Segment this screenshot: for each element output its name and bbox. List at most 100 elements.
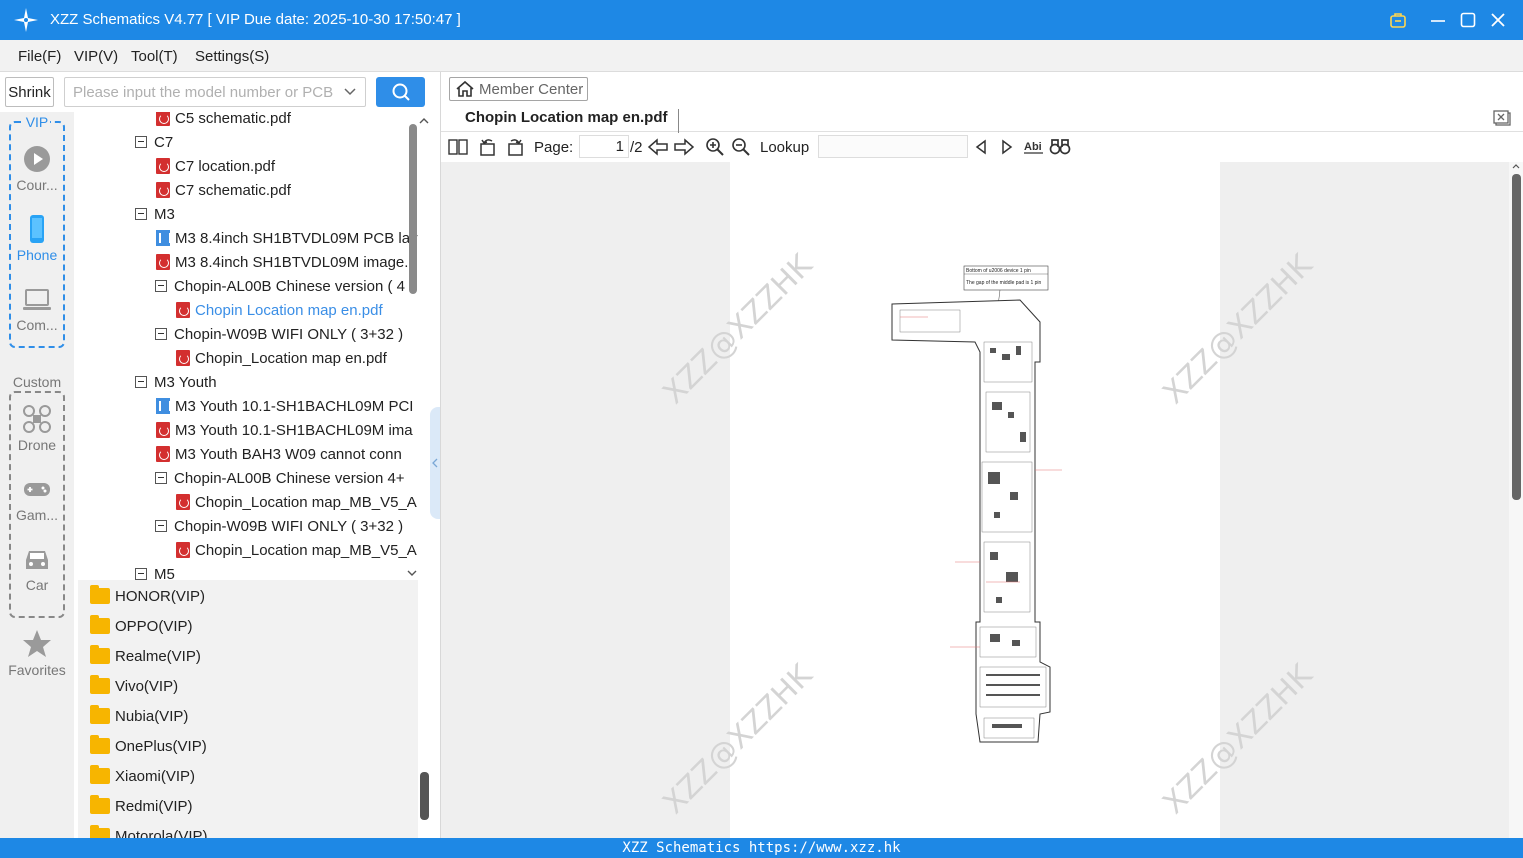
menu-settings[interactable]: Settings(S) bbox=[195, 48, 269, 65]
category-car[interactable]: Car bbox=[0, 544, 74, 593]
tree-item[interactable]: Chopin_Location map_MB_V5_A bbox=[176, 538, 417, 562]
category-drone[interactable]: Drone bbox=[0, 404, 74, 453]
pdf-icon bbox=[156, 158, 170, 174]
shrink-button[interactable]: Shrink bbox=[5, 77, 54, 107]
tree-scrollbar[interactable] bbox=[409, 124, 417, 294]
lookup-input[interactable] bbox=[818, 135, 968, 158]
phone-icon bbox=[30, 215, 44, 243]
tree-item[interactable]: Chopin_Location map en.pdf bbox=[176, 346, 387, 370]
collapse-toggle-icon[interactable] bbox=[155, 472, 167, 484]
home-icon bbox=[456, 80, 474, 97]
find-next-icon[interactable] bbox=[996, 136, 1018, 158]
menu-file[interactable]: File(F) bbox=[18, 48, 61, 65]
panel-collapse-handle[interactable] bbox=[430, 407, 440, 519]
collapse-toggle-icon[interactable] bbox=[155, 328, 167, 340]
page-number-input[interactable]: 1 bbox=[579, 135, 629, 158]
tree-item[interactable]: C7 location.pdf bbox=[156, 154, 275, 178]
scroll-down-icon[interactable] bbox=[406, 568, 418, 578]
brand-item-nubia[interactable]: Nubia(VIP) bbox=[90, 704, 188, 728]
category-phone[interactable]: Phone bbox=[0, 214, 74, 263]
collapse-toggle-icon[interactable] bbox=[135, 376, 147, 388]
tree-folder[interactable]: Chopin-W09B WIFI ONLY ( 3+32 ) bbox=[155, 514, 403, 538]
search-input[interactable]: Please input the model number or PCB bbox=[64, 77, 366, 107]
tree-item[interactable]: C5 schematic.pdf bbox=[156, 112, 291, 130]
minimize-icon[interactable] bbox=[1426, 8, 1450, 32]
tree-item[interactable]: M3 Youth 10.1-SH1BACHL09M PCI bbox=[156, 394, 413, 418]
brand-list-scrollbar[interactable] bbox=[420, 772, 429, 820]
match-case-icon[interactable]: Abi bbox=[1023, 136, 1045, 158]
tree-folder[interactable]: Chopin-AL00B Chinese version 4+ bbox=[155, 466, 405, 490]
brand-item-xiaomi[interactable]: Xiaomi(VIP) bbox=[90, 764, 195, 788]
search-button[interactable] bbox=[376, 77, 425, 107]
next-page-icon[interactable] bbox=[673, 136, 695, 158]
left-panel: Shrink Please input the model number or … bbox=[0, 72, 441, 838]
previous-page-icon[interactable] bbox=[647, 136, 669, 158]
viewer-scrollbar[interactable] bbox=[1509, 162, 1523, 838]
tree-folder[interactable]: M3 bbox=[135, 202, 175, 226]
vip-lock-icon[interactable] bbox=[1386, 8, 1410, 32]
brand-item-oppo[interactable]: OPPO(VIP) bbox=[90, 614, 193, 638]
tree-item[interactable]: M3 Youth 10.1-SH1BACHL09M ima bbox=[156, 418, 413, 442]
category-favorites[interactable]: Favorites bbox=[0, 629, 74, 678]
tree-folder[interactable]: Chopin-W09B WIFI ONLY ( 3+32 ) bbox=[155, 322, 403, 346]
category-computer[interactable]: Com... bbox=[0, 284, 74, 333]
tree-folder[interactable]: M5 bbox=[135, 562, 175, 580]
pcb-file-icon bbox=[156, 230, 171, 246]
search-icon bbox=[392, 83, 410, 101]
document-tab[interactable]: Chopin Location map en.pdf bbox=[455, 109, 679, 133]
pdf-icon bbox=[156, 422, 170, 438]
tree-item[interactable]: M3 8.4inch SH1BTVDL09M PCB lay bbox=[156, 226, 418, 250]
category-courses[interactable]: Cour... bbox=[0, 144, 74, 193]
member-center-button[interactable]: Member Center bbox=[449, 77, 588, 101]
tree-folder[interactable]: C7 bbox=[135, 130, 173, 154]
viewer-scroll-thumb[interactable] bbox=[1512, 174, 1521, 500]
folder-icon bbox=[90, 705, 110, 724]
rotate-right-icon[interactable] bbox=[504, 136, 526, 158]
collapse-toggle-icon[interactable] bbox=[135, 568, 147, 580]
pdf-icon bbox=[156, 446, 170, 462]
tree-item[interactable]: C7 schematic.pdf bbox=[156, 178, 291, 202]
collapse-toggle-icon[interactable] bbox=[155, 280, 167, 292]
scroll-up-icon[interactable] bbox=[418, 116, 430, 126]
title-bar[interactable]: XZZ Schematics V4.77 [ VIP Due date: 202… bbox=[0, 0, 1523, 40]
chevron-down-icon[interactable] bbox=[343, 85, 357, 99]
folder-icon bbox=[90, 645, 110, 664]
brand-item-realme[interactable]: Realme(VIP) bbox=[90, 644, 201, 668]
collapse-toggle-icon[interactable] bbox=[135, 136, 147, 148]
brand-item-redmi[interactable]: Redmi(VIP) bbox=[90, 794, 193, 818]
rotate-left-icon[interactable] bbox=[477, 136, 499, 158]
brand-item-honor[interactable]: HONOR(VIP) bbox=[90, 584, 205, 608]
maximize-icon[interactable] bbox=[1456, 8, 1480, 32]
tree-folder[interactable]: Chopin-AL00B Chinese version ( 4 bbox=[155, 274, 405, 298]
two-page-view-icon[interactable] bbox=[447, 136, 469, 158]
laptop-icon bbox=[23, 289, 51, 310]
tree-item[interactable]: M3 Youth BAH3 W09 cannot conn bbox=[156, 442, 402, 466]
pdf-icon bbox=[176, 494, 190, 510]
scroll-up-icon[interactable] bbox=[1511, 162, 1521, 170]
tree-item[interactable]: M3 8.4inch SH1BTVDL09M image.p bbox=[156, 250, 417, 274]
pdf-icon bbox=[176, 350, 190, 366]
pcb-file-icon bbox=[156, 398, 171, 414]
pdf-page[interactable]: XZZ@XZZHK XZZ@XZZHK XZZ@XZZHK XZZ@XZZHK … bbox=[656, 162, 1319, 838]
menu-vip[interactable]: VIP(V) bbox=[74, 48, 118, 65]
find-all-icon[interactable] bbox=[1049, 136, 1071, 158]
pdf-viewer[interactable]: XZZ@XZZHK XZZ@XZZHK XZZ@XZZHK XZZ@XZZHK … bbox=[441, 162, 1523, 838]
tree-item[interactable]: Chopin_Location map_MB_V5_A bbox=[176, 490, 417, 514]
pcb-location-map[interactable]: Bottom of u2006 device 1 pin The gap of … bbox=[880, 262, 1070, 747]
close-icon[interactable] bbox=[1486, 8, 1510, 32]
tree-item-selected[interactable]: Chopin Location map en.pdf bbox=[176, 298, 383, 322]
menu-tool[interactable]: Tool(T) bbox=[131, 48, 178, 65]
close-tab-icon[interactable] bbox=[1493, 110, 1513, 128]
file-tree[interactable]: C5 schematic.pdf C7 C7 location.pdf C7 s… bbox=[78, 112, 418, 580]
collapse-toggle-icon[interactable] bbox=[155, 520, 167, 532]
zoom-in-icon[interactable] bbox=[704, 136, 726, 158]
zoom-out-icon[interactable] bbox=[730, 136, 752, 158]
folder-icon bbox=[90, 585, 110, 604]
tree-folder[interactable]: M3 Youth bbox=[135, 370, 217, 394]
find-previous-icon[interactable] bbox=[970, 136, 992, 158]
brand-item-motorola[interactable]: Motorola(VIP) bbox=[90, 824, 208, 838]
collapse-toggle-icon[interactable] bbox=[135, 208, 147, 220]
brand-item-vivo[interactable]: Vivo(VIP) bbox=[90, 674, 178, 698]
brand-item-oneplus[interactable]: OnePlus(VIP) bbox=[90, 734, 207, 758]
category-game[interactable]: Gam... bbox=[0, 474, 74, 523]
